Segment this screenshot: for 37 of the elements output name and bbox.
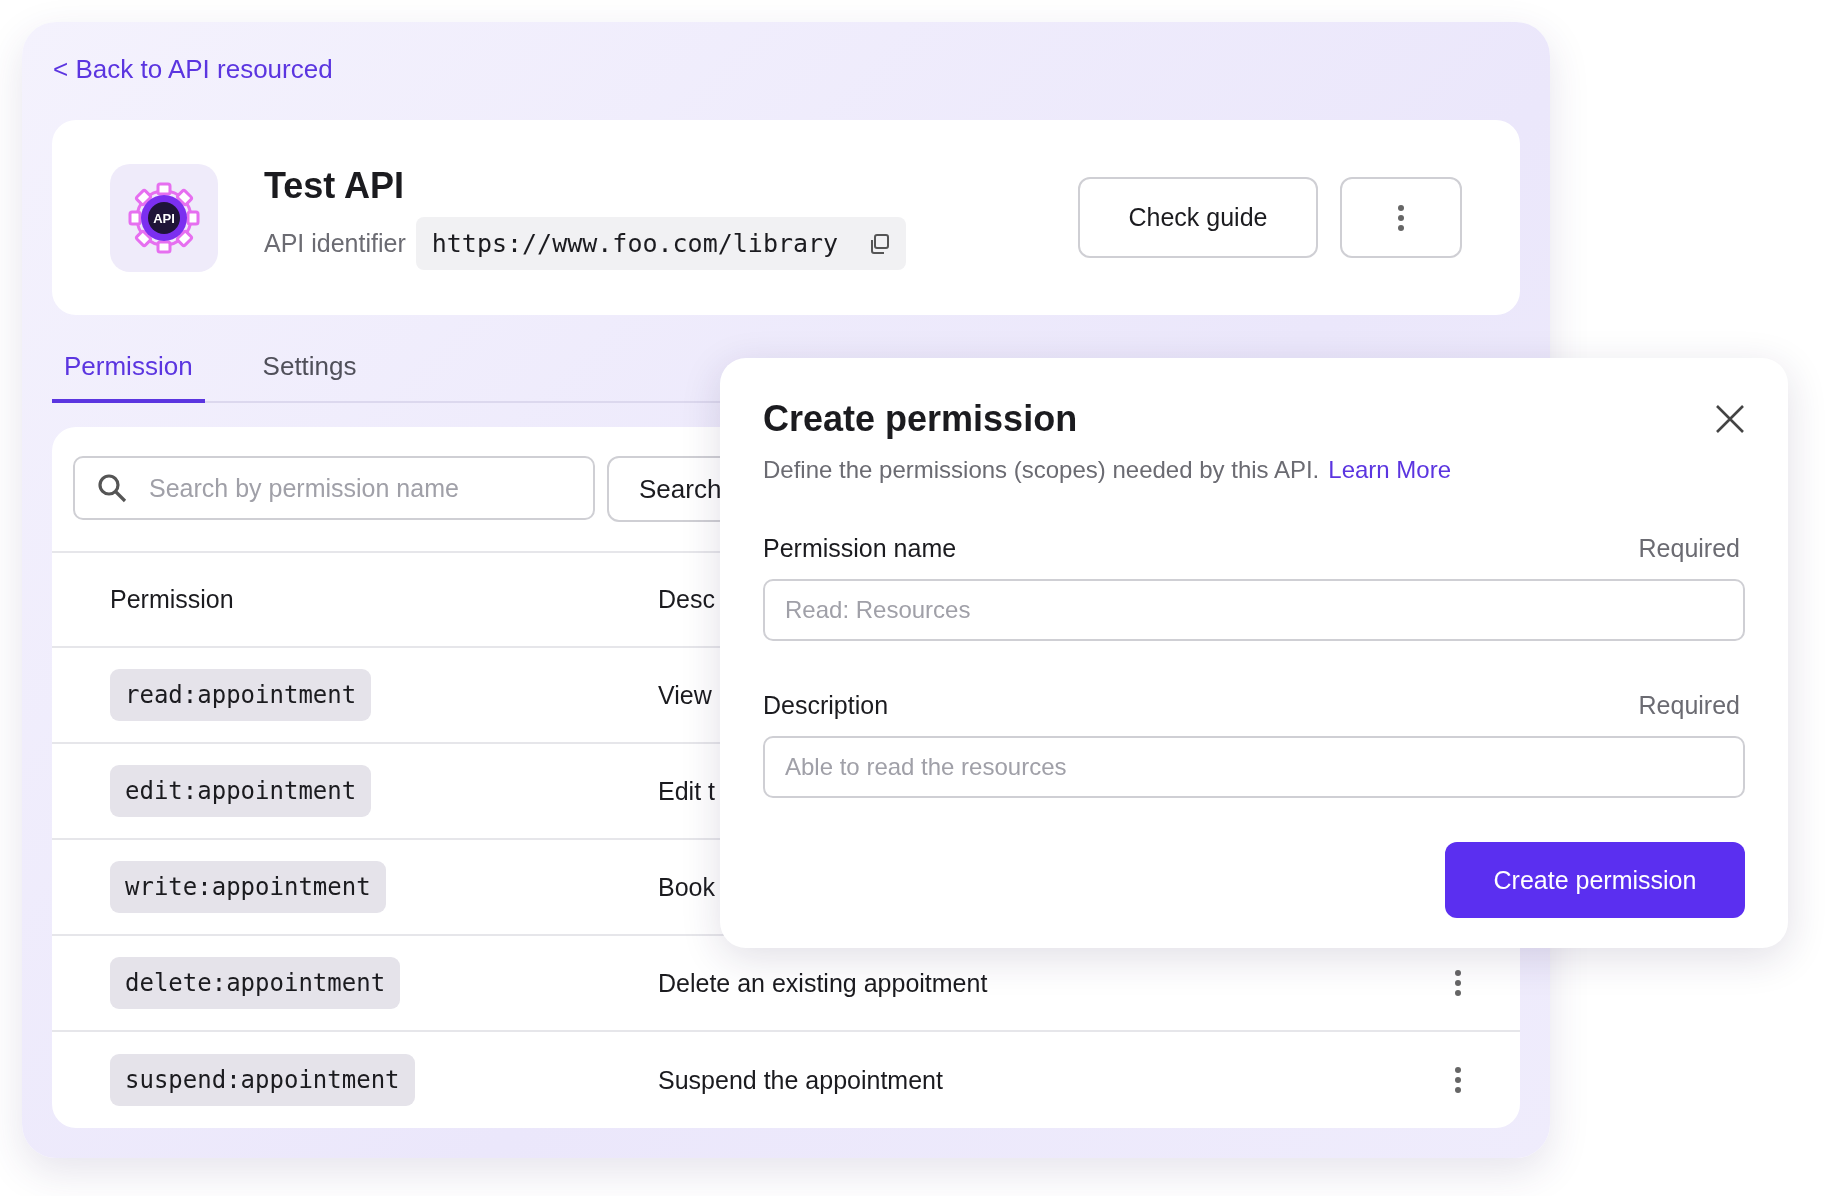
field-label: Description xyxy=(763,691,889,720)
permission-tag: suspend:appointment xyxy=(110,1054,415,1106)
search-icon xyxy=(97,473,127,503)
required-label: Required xyxy=(1638,691,1740,720)
table-cell: Delete an existing appoitment xyxy=(658,968,988,997)
tab[interactable]: Settings xyxy=(250,333,369,401)
table-cell: View xyxy=(658,680,712,709)
permission-tag: delete:appointment xyxy=(110,957,401,1009)
api-logo-icon: API xyxy=(110,163,218,272)
table-cell: Suspend the appointment xyxy=(658,1065,943,1094)
more-icon xyxy=(1397,203,1405,232)
identifier-value: https://www.foo.com/library xyxy=(431,229,839,258)
field-label: Permission name xyxy=(763,534,957,563)
permission-tag: edit:appointment xyxy=(110,765,372,817)
input-field[interactable]: Able to read the resources xyxy=(763,736,1745,798)
input-field[interactable]: Read: Resources xyxy=(763,579,1745,641)
required-label: Required xyxy=(1638,534,1740,563)
permission-tag: write:appointment xyxy=(110,861,386,913)
create-permission-button[interactable]: Create permission xyxy=(1445,842,1745,918)
more-icon[interactable] xyxy=(1454,1066,1462,1094)
check-guide-button[interactable]: Check guide xyxy=(1078,177,1318,258)
copy-icon[interactable] xyxy=(868,232,891,255)
column-header: Permission xyxy=(110,585,235,614)
dialog-description: Define the permissions (scopes) needed by this API. xyxy=(763,456,1320,484)
more-icon[interactable] xyxy=(1454,969,1462,997)
tab[interactable]: Permission xyxy=(52,333,205,403)
close-icon[interactable] xyxy=(1715,404,1745,434)
table-cell: Book xyxy=(658,872,715,901)
learn-more-link[interactable]: Learn More xyxy=(1328,456,1452,484)
api-title: Test API xyxy=(264,165,406,207)
permission-tag: read:appointment xyxy=(110,669,372,721)
identifier-label: API identifier xyxy=(264,229,406,258)
dialog-title: Create permission xyxy=(763,398,1078,440)
column-header: Desc xyxy=(658,585,715,613)
table-cell: Edit t xyxy=(658,776,715,805)
search-field[interactable]: Search by permission name xyxy=(73,456,595,520)
back-link[interactable]: < Back to API resourced xyxy=(53,52,333,86)
